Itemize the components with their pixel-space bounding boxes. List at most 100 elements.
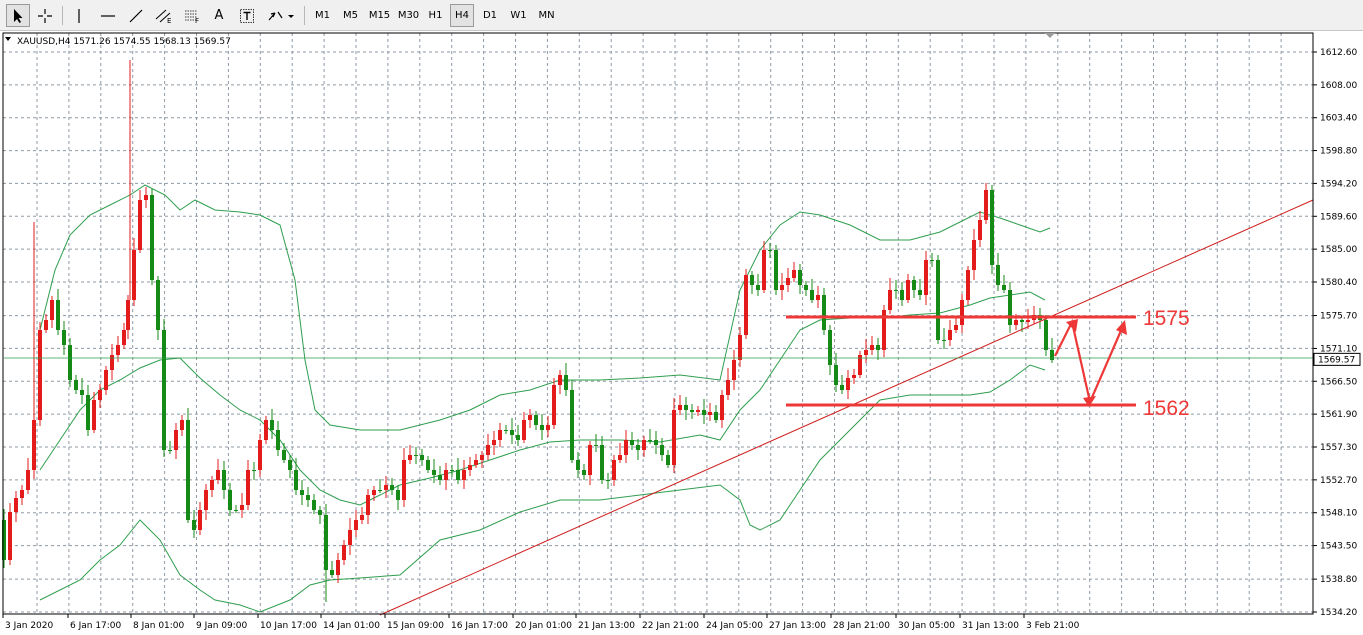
candle-body <box>116 345 120 355</box>
horizontal-line-icon[interactable] <box>96 4 120 27</box>
x-tick-label: 20 Jan 01:00 <box>515 621 572 631</box>
crosshair-icon[interactable] <box>34 4 56 27</box>
timeframe-m1-button[interactable]: M1 <box>310 4 335 27</box>
candle-body <box>666 455 670 465</box>
y-tick-label: 1548.10 <box>1320 509 1357 519</box>
candle-body <box>750 275 754 285</box>
candle-body <box>684 405 688 410</box>
timeframe-h1-button[interactable]: H1 <box>424 4 447 27</box>
candle-body <box>86 395 90 430</box>
candle-body <box>696 410 700 412</box>
candle-body <box>612 460 616 480</box>
candle-body <box>648 440 652 441</box>
timeframe-h4-button[interactable]: H4 <box>450 4 474 27</box>
candle-body <box>816 295 820 300</box>
candle-body <box>942 340 946 341</box>
candle-body <box>630 440 634 445</box>
candle-body <box>14 498 18 512</box>
candle-body <box>894 290 898 291</box>
y-tick-label: 1608.00 <box>1320 81 1357 91</box>
bollinger-lower <box>39 364 1046 613</box>
candle-body <box>486 445 490 455</box>
candle-body <box>558 375 562 385</box>
candle-body <box>1050 350 1054 360</box>
text-icon[interactable]: A <box>208 4 230 27</box>
candle-body <box>966 270 970 300</box>
candle-body <box>1014 320 1018 325</box>
candle-body <box>174 430 178 450</box>
candle-body <box>366 495 370 515</box>
candle-body <box>918 290 922 295</box>
x-tick-label: 27 Jan 13:00 <box>769 621 826 631</box>
x-tick-label: 31 Jan 13:00 <box>962 621 1019 631</box>
candle-body <box>132 250 136 300</box>
candle-body <box>744 275 748 335</box>
candle-body <box>312 500 316 510</box>
candle-body <box>126 300 130 330</box>
candle-body <box>1002 285 1006 290</box>
candle-body <box>372 490 376 495</box>
candle-body <box>204 490 208 510</box>
candle-body <box>180 420 184 430</box>
svg-text:E: E <box>167 17 171 24</box>
cursor-icon[interactable] <box>6 4 30 27</box>
candle-body <box>654 440 658 445</box>
x-tick-label: 6 Jan 17:00 <box>70 621 122 631</box>
vertical-line-icon[interactable] <box>68 4 90 27</box>
candle-body <box>804 285 808 290</box>
timeframe-mn-button[interactable]: MN <box>534 4 559 27</box>
x-tick-label: 14 Jan 01:00 <box>323 621 380 631</box>
text-label-icon[interactable] <box>236 4 258 27</box>
y-tick-label: 1534.20 <box>1320 608 1357 618</box>
candle-body <box>270 420 274 430</box>
candle-body <box>68 345 72 380</box>
timeframe-d1-button[interactable]: D1 <box>478 4 502 27</box>
candle-body <box>498 430 502 440</box>
candle-body <box>144 195 148 200</box>
candle-body <box>762 250 766 290</box>
timeframe-w1-button[interactable]: W1 <box>506 4 531 27</box>
timeframe-m15-button[interactable]: M15 <box>366 4 393 27</box>
candle-body <box>504 430 508 431</box>
candle-body <box>426 460 430 470</box>
candle-body <box>432 470 436 475</box>
candle-body <box>1044 320 1048 350</box>
equidistant-channel-icon[interactable]: E <box>152 4 176 27</box>
candle-body <box>984 190 988 220</box>
arrows-shapes-icon[interactable] <box>264 4 298 27</box>
fibonacci-icon[interactable]: F <box>180 4 204 27</box>
timeframe-m30-button[interactable]: M30 <box>396 4 421 27</box>
candle-body <box>900 290 904 300</box>
candle-body <box>960 300 964 325</box>
x-tick-label: 16 Jan 17:00 <box>451 621 508 631</box>
candle-body <box>480 455 484 460</box>
y-tick-label: 1575.70 <box>1320 312 1357 322</box>
y-tick-label: 1603.40 <box>1320 114 1357 124</box>
candle-body <box>414 455 418 456</box>
candle-body <box>104 370 108 390</box>
chart-drawings: 1575 1562 <box>4 199 1314 616</box>
trendline-icon[interactable] <box>124 4 148 27</box>
timeframe-m5-button[interactable]: M5 <box>338 4 363 27</box>
y-tick-label: 1566.50 <box>1320 377 1357 387</box>
candle-body <box>420 455 424 460</box>
candle-body <box>474 460 478 465</box>
x-tick-label: 24 Jan 05:00 <box>706 621 763 631</box>
candle-body <box>936 260 940 340</box>
candle-body <box>98 390 102 400</box>
candle-body <box>822 295 826 330</box>
candle-body <box>690 410 694 412</box>
candle-body <box>606 480 610 481</box>
candle-body <box>210 480 214 490</box>
candle-body <box>252 470 256 471</box>
collapse-arrow-icon[interactable] <box>5 37 11 41</box>
candle-body <box>618 455 622 460</box>
candle-body <box>720 395 724 420</box>
candle-body <box>840 385 844 390</box>
candle-body <box>8 512 12 560</box>
price-chart[interactable]: 1575 1562 1612.60 1608.00 1603.40 1598.80 159… <box>0 31 1363 635</box>
candle-body <box>546 425 550 430</box>
resistance-label: 1575 <box>1143 307 1190 330</box>
toolbar: E F A M1 M5 M15 M30 H1 H4 D1 W1 MN <box>0 0 1363 31</box>
candle-body <box>216 470 220 480</box>
